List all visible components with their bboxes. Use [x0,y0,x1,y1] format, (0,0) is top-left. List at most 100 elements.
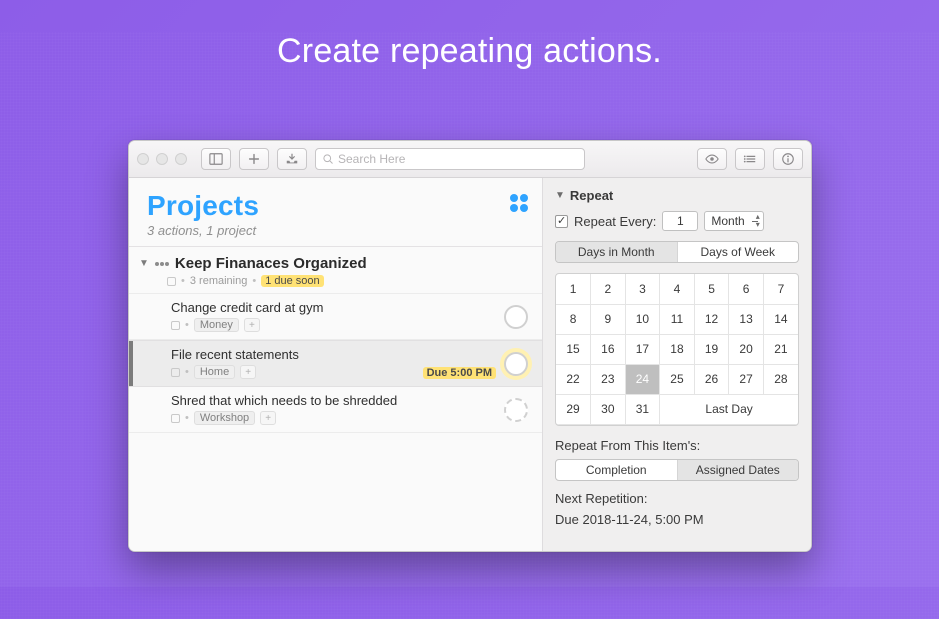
day-cell[interactable]: 14 [763,304,798,334]
day-cell[interactable]: 24 [625,364,660,394]
seg-completion[interactable]: Completion [556,460,677,480]
project-remaining: 3 remaining [190,275,247,287]
repeat-checkbox[interactable] [555,215,568,228]
repeat-unit-select[interactable]: Month ▴▾ [704,211,763,231]
day-cell[interactable]: 22 [556,364,591,394]
action-title: Change credit card at gym [171,300,528,315]
day-cell[interactable]: 29 [556,394,591,424]
day-cell[interactable]: 6 [729,274,764,304]
minimize-icon[interactable] [156,153,168,165]
search-input[interactable]: Search Here [315,148,585,170]
day-cell[interactable]: 26 [694,364,729,394]
status-icon [171,321,180,330]
repeat-unit-value: Month [711,214,744,228]
day-cell[interactable]: 10 [625,304,660,334]
day-cell[interactable]: 8 [556,304,591,334]
project-title: Keep Finanaces Organized [175,255,367,272]
main-content: Projects 3 actions, 1 project ▼ Keep Fin… [129,178,543,551]
day-cell[interactable]: 13 [729,304,764,334]
eye-icon [705,152,719,166]
view-button[interactable] [697,148,727,170]
seg-days-of-week[interactable]: Days of Week [677,242,799,262]
tag-chip[interactable]: Home [194,365,235,379]
day-cell[interactable]: 18 [660,334,695,364]
day-cell[interactable]: 30 [591,394,626,424]
zoom-icon[interactable] [175,153,187,165]
day-cell[interactable]: 19 [694,334,729,364]
action-row[interactable]: Change credit card at gym•Money+ [129,294,542,340]
day-cell[interactable]: 27 [729,364,764,394]
day-cell[interactable]: 31 [625,394,660,424]
status-icon [171,414,180,423]
add-button[interactable] [239,148,269,170]
day-cell[interactable]: 16 [591,334,626,364]
list-icon [743,152,757,166]
action-title: Shred that which needs to be shredded [171,393,528,408]
day-cell[interactable]: 4 [660,274,695,304]
add-tag-button[interactable]: + [260,411,276,425]
next-repetition-label: Next Repetition: [555,491,799,506]
chevron-down-icon[interactable]: ▼ [139,258,149,269]
due-badge: Due 5:00 PM [423,367,496,379]
marketing-headline: Create repeating actions. [0,32,939,71]
chevron-down-icon: ▼ [555,190,565,201]
repeat-section-header[interactable]: ▼ Repeat [555,188,799,203]
seg-days-in-month[interactable]: Days in Month [556,242,677,262]
day-cell[interactable]: 5 [694,274,729,304]
complete-checkbox[interactable] [504,398,528,422]
day-cell[interactable]: 2 [591,274,626,304]
window-controls [137,153,187,165]
sidebar-icon [209,152,223,166]
repeat-from-label: Repeat From This Item's: [555,438,799,453]
day-cell[interactable]: 7 [763,274,798,304]
inspector-panel: ▼ Repeat Repeat Every: 1 Month ▴▾ Days i… [543,178,811,551]
info-icon [781,152,795,166]
day-cell[interactable]: 11 [660,304,695,334]
day-cell[interactable]: 21 [763,334,798,364]
day-cell[interactable]: 9 [591,304,626,334]
project-row[interactable]: ▼ Keep Finanaces Organized • 3 remaining… [129,247,542,294]
day-cell[interactable]: 17 [625,334,660,364]
days-mode-segmented: Days in Month Days of Week [555,241,799,263]
add-tag-button[interactable]: + [244,318,260,332]
status-icon [167,277,176,286]
inbox-icon [285,152,299,166]
close-icon[interactable] [137,153,149,165]
tag-chip[interactable]: Money [194,318,239,332]
day-cell[interactable]: 23 [591,364,626,394]
page-subtitle: 3 actions, 1 project [147,223,524,238]
action-row[interactable]: File recent statements•Home+Due 5:00 PM [129,340,542,387]
search-placeholder: Search Here [338,152,405,166]
seg-assigned-dates[interactable]: Assigned Dates [677,460,799,480]
search-icon [322,153,334,165]
day-cell[interactable]: 12 [694,304,729,334]
day-cell[interactable]: 20 [729,334,764,364]
inbox-button[interactable] [277,148,307,170]
inspector-button[interactable] [773,148,803,170]
repeat-every-label: Repeat Every: [574,214,656,229]
status-icon [171,368,180,377]
plus-icon [247,152,261,166]
complete-checkbox[interactable] [504,352,528,376]
perspective-icon[interactable] [510,194,528,212]
day-cell[interactable]: 1 [556,274,591,304]
repeat-from-segmented: Completion Assigned Dates [555,459,799,481]
repeat-interval-input[interactable]: 1 [662,211,698,231]
day-cell[interactable]: 28 [763,364,798,394]
tag-chip[interactable]: Workshop [194,411,255,425]
day-cell[interactable]: 25 [660,364,695,394]
last-day-cell[interactable]: Last Day [660,394,798,424]
complete-checkbox[interactable] [504,305,528,329]
app-window: Search Here Projects 3 actions, 1 projec… [128,140,812,552]
project-icon [155,262,169,266]
add-tag-button[interactable]: + [240,365,256,379]
sidebar-toggle-button[interactable] [201,148,231,170]
action-row[interactable]: Shred that which needs to be shredded•Wo… [129,387,542,433]
day-cell[interactable]: 3 [625,274,660,304]
repeat-section-label: Repeat [570,188,613,203]
day-cell[interactable]: 15 [556,334,591,364]
list-options-button[interactable] [735,148,765,170]
page-title: Projects [147,190,524,222]
due-soon-badge: 1 due soon [261,275,323,287]
projects-header: Projects 3 actions, 1 project [129,178,542,246]
